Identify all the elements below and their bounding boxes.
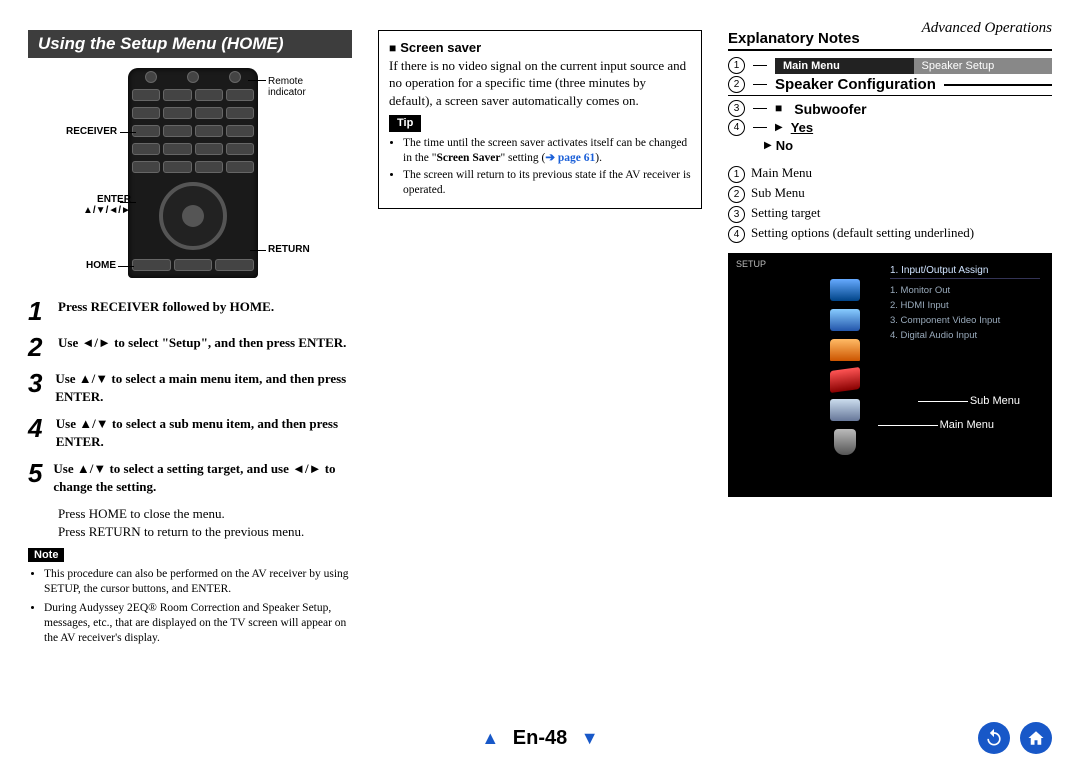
subwoofer-label: Subwoofer	[794, 101, 866, 117]
note-item: This procedure can also be performed on …	[44, 567, 352, 597]
circled-4-icon: 4	[728, 119, 745, 136]
note-item: During Audyssey 2EQ® Room Correction and…	[44, 601, 352, 646]
circled-2-icon: 2	[728, 186, 745, 203]
menu-bar-main: Main Menu	[775, 58, 914, 74]
page-footer: ▲ En-48 ▼	[0, 727, 1080, 750]
step-text: Use ◄/► to select "Setup", and then pres…	[58, 334, 346, 360]
step-num: 5	[28, 460, 43, 495]
circled-1-icon: 1	[728, 57, 745, 74]
tv-menu-item: 2. HDMI Input	[890, 298, 1040, 313]
tv-device-icon	[830, 339, 860, 361]
tv-callout-submenu: Sub Menu	[970, 395, 1020, 407]
tv-lock-icon	[834, 429, 856, 455]
tv-device-icon	[830, 279, 860, 301]
step-text: Use ▲/▼ to select a setting target, and …	[53, 460, 352, 495]
label-return: RETURN	[268, 244, 310, 255]
menu-bar-speaker: Speaker Setup	[914, 58, 1053, 74]
triangle-icon: ▶	[764, 140, 772, 151]
step-num: 1	[28, 298, 48, 324]
steps-list: 1 Press RECEIVER followed by HOME. 2 Use ◄…	[28, 298, 352, 495]
tv-setup-label: SETUP	[736, 259, 766, 269]
step-num: 3	[28, 370, 45, 405]
label-enter-arrows: ENTER ▲/▼/◄/►	[83, 194, 131, 216]
step-after-1: Press HOME to close the menu.	[58, 505, 352, 523]
label-home: HOME	[86, 260, 116, 271]
page-link[interactable]: ➔ page 61	[545, 152, 595, 164]
tv-menu-item: 4. Digital Audio Input	[890, 328, 1040, 343]
circled-4-icon: 4	[728, 226, 745, 243]
tv-menu-item: 3. Component Video Input	[890, 313, 1040, 328]
step-after-2: Press RETURN to return to the previous m…	[58, 523, 352, 541]
step-text: Use ▲/▼ to select a main menu item, and …	[55, 370, 352, 405]
tip-label: Tip	[389, 115, 421, 132]
page-number: En-48	[513, 727, 567, 749]
tv-menu-title: 1. Input/Output Assign	[890, 265, 1040, 279]
option-no: No	[776, 138, 793, 153]
tv-screenshot: SETUP 1. Input/Output Assign 1. Monitor …	[728, 253, 1052, 497]
option-yes: Yes	[791, 120, 813, 135]
circled-1-icon: 1	[728, 166, 745, 183]
home-icon[interactable]	[1020, 722, 1052, 754]
tv-menu-item: 1. Monitor Out	[890, 283, 1040, 298]
tv-device-icon	[830, 309, 860, 331]
circled-3-icon: 3	[728, 206, 745, 223]
legend-list: 1Main Menu 2Sub Menu 3Setting target 4Se…	[728, 163, 1052, 243]
label-receiver: RECEIVER	[66, 126, 117, 137]
box-body: If there is no video signal on the curre…	[389, 57, 691, 110]
triangle-icon: ▶	[775, 122, 783, 133]
section-title: Using the Setup Menu (HOME)	[28, 30, 352, 58]
square-bullet-icon: ■	[389, 41, 396, 55]
screensaver-box: ■ Screen saver If there is no video signa…	[378, 30, 702, 209]
box-title: Screen saver	[400, 40, 481, 55]
tv-device-icon	[830, 399, 860, 421]
back-icon[interactable]	[978, 722, 1010, 754]
circled-2-icon: 2	[728, 76, 745, 93]
tv-callout-mainmenu: Main Menu	[940, 419, 994, 431]
tip-item: The time until the screen saver activate…	[403, 136, 691, 166]
breadcrumb: Advanced Operations	[922, 20, 1052, 37]
step-num: 4	[28, 415, 46, 450]
step-text: Use ▲/▼ to select a sub menu item, and t…	[56, 415, 352, 450]
circled-3-icon: 3	[728, 100, 745, 117]
label-remote-indicator: Remote indicator	[268, 76, 328, 98]
note-list: This procedure can also be performed on …	[28, 567, 352, 646]
next-page-icon[interactable]: ▼	[581, 728, 599, 749]
note-label: Note	[28, 548, 64, 562]
remote-diagram: Remote indicator RECEIVER ENTER ▲/▼/◄/► …	[28, 68, 352, 288]
tip-item: The screen will return to its previous s…	[403, 168, 691, 198]
step-text: Press RECEIVER followed by HOME.	[58, 298, 274, 324]
prev-page-icon[interactable]: ▲	[481, 728, 499, 749]
tv-device-icon	[830, 367, 860, 393]
square-bullet-icon: ■	[775, 101, 782, 116]
speaker-config-label: Speaker Configuration	[775, 76, 936, 93]
step-num: 2	[28, 334, 48, 360]
